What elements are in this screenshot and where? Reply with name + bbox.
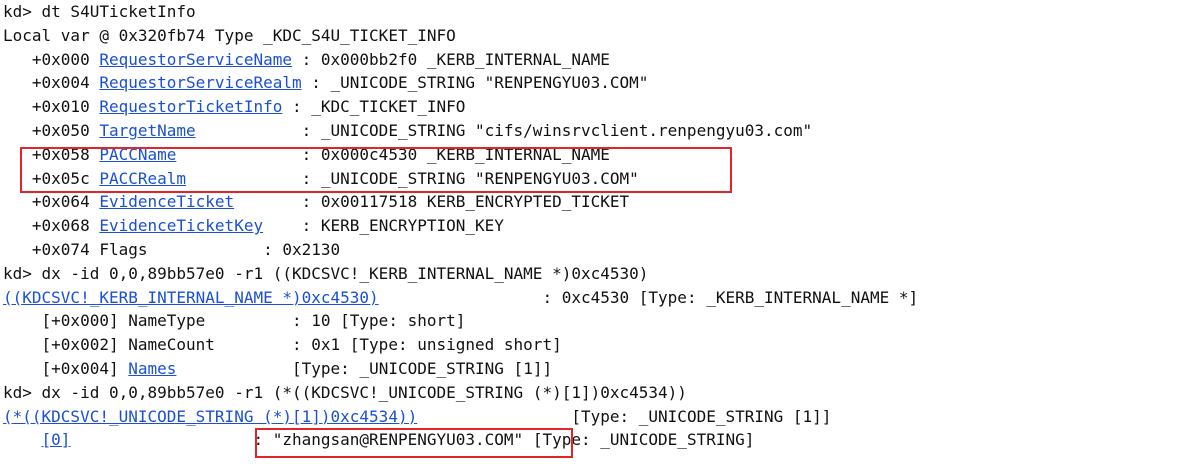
console-text: : KERB_ENCRYPTION_KEY xyxy=(263,216,504,236)
field-link-names[interactable]: Names xyxy=(128,359,176,378)
console-text: +0x058 xyxy=(3,144,100,164)
console-line: [0] : "zhangsan@RENPENGYU03.COM" [Type: … xyxy=(3,428,1193,452)
console-line: +0x074 Flags : 0x2130 xyxy=(3,238,1193,262)
console-text: +0x004 xyxy=(3,73,100,93)
console-text: [+0x000] NameType : 10 [Type: short] xyxy=(3,311,466,331)
field-link-requestor-service-realm[interactable]: RequestorServiceRealm xyxy=(99,73,301,92)
console-line: kd> dt S4UTicketInfo xyxy=(3,0,1193,24)
field-link-requestor-service-name[interactable]: RequestorServiceName xyxy=(99,50,292,69)
field-link-pac-cname[interactable]: PACCName xyxy=(99,145,176,164)
field-link-evidence-ticket-key[interactable]: EvidenceTicketKey xyxy=(99,216,263,235)
console-line: +0x05c PACCRealm : _UNICODE_STRING "RENP… xyxy=(3,167,1193,191)
field-link-pac-crealm[interactable]: PACCRealm xyxy=(99,169,186,188)
console-text: : 0x00117518 KERB_ENCRYPTED_TICKET xyxy=(234,192,630,212)
console-line: +0x068 EvidenceTicketKey : KERB_ENCRYPTI… xyxy=(3,214,1193,238)
array-index-link-0[interactable]: [0] xyxy=(42,430,71,449)
console-text: kd> dx -id 0,0,89bb57e0 -r1 (*((KDCSVC!_… xyxy=(3,382,687,402)
console-text: +0x05c xyxy=(3,168,100,188)
console-text: +0x000 xyxy=(3,49,100,69)
console-text: : 0xc4530 [Type: _KERB_INTERNAL_NAME *] xyxy=(378,287,919,307)
console-text: : _UNICODE_STRING "RENPENGYU03.COM" xyxy=(301,73,649,93)
console-text: +0x010 xyxy=(3,97,100,117)
console-text: [Type: _UNICODE_STRING [1]] xyxy=(176,358,553,378)
console-line: +0x058 PACCName : 0x000c4530 _KERB_INTER… xyxy=(3,143,1193,167)
debugger-console-output: kd> dt S4UTicketInfo Local var @ 0x320fb7… xyxy=(3,0,1193,452)
console-text: [+0x002] NameCount : 0x1 [Type: unsigned… xyxy=(3,335,562,355)
console-line: +0x010 RequestorTicketInfo : _KDC_TICKET… xyxy=(3,95,1193,119)
console-line: +0x000 RequestorServiceName : 0x000bb2f0… xyxy=(3,48,1193,72)
console-text: : 0x000bb2f0 _KERB_INTERNAL_NAME xyxy=(291,49,610,69)
console-text: : "zhangsan@RENPENGYU03.COM" [Type: _UNI… xyxy=(70,430,755,450)
console-text: [+0x004] xyxy=(3,358,129,378)
console-text: kd> dt S4UTicketInfo xyxy=(3,2,196,21)
field-link-evidence-ticket[interactable]: EvidenceTicket xyxy=(99,192,234,211)
console-line: +0x050 TargetName : _UNICODE_STRING "cif… xyxy=(3,119,1193,143)
console-line: (*((KDCSVC!_UNICODE_STRING (*)[1])0xc453… xyxy=(3,405,1193,429)
console-line: +0x064 EvidenceTicket : 0x00117518 KERB_… xyxy=(3,190,1193,214)
console-line: Local var @ 0x320fb74 Type _KDC_S4U_TICK… xyxy=(3,24,1193,48)
console-text: +0x074 Flags : 0x2130 xyxy=(3,239,341,259)
console-text: : 0x000c4530 _KERB_INTERNAL_NAME xyxy=(176,144,610,164)
console-line: [+0x004] Names [Type: _UNICODE_STRING [1… xyxy=(3,357,1193,381)
console-line: [+0x000] NameType : 10 [Type: short] xyxy=(3,309,1193,333)
console-line: +0x004 RequestorServiceRealm : _UNICODE_… xyxy=(3,71,1193,95)
console-text: [Type: _UNICODE_STRING [1]] xyxy=(417,406,832,426)
field-link-requestor-ticket-info[interactable]: RequestorTicketInfo xyxy=(99,97,282,116)
console-text: +0x050 xyxy=(3,120,100,140)
console-line: kd> dx -id 0,0,89bb57e0 -r1 ((KDCSVC!_KE… xyxy=(3,262,1193,286)
console-line: kd> dx -id 0,0,89bb57e0 -r1 (*((KDCSVC!_… xyxy=(3,381,1193,405)
console-text: +0x068 xyxy=(3,216,100,236)
console-text: +0x064 xyxy=(3,192,100,212)
dx-link-unicode-string-array[interactable]: (*((KDCSVC!_UNICODE_STRING (*)[1])0xc453… xyxy=(3,407,417,426)
console-text: : _UNICODE_STRING "cifs/winsrvclient.ren… xyxy=(195,120,813,140)
console-text: Local var @ 0x320fb74 Type _KDC_S4U_TICK… xyxy=(3,25,456,45)
console-text: kd> dx -id 0,0,89bb57e0 -r1 ((KDCSVC!_KE… xyxy=(3,263,649,283)
console-line: ((KDCSVC!_KERB_INTERNAL_NAME *)0xc4530) … xyxy=(3,286,1193,310)
console-line: [+0x002] NameCount : 0x1 [Type: unsigned… xyxy=(3,333,1193,357)
dx-link-kerb-internal-name[interactable]: ((KDCSVC!_KERB_INTERNAL_NAME *)0xc4530) xyxy=(3,288,379,307)
console-text: : _UNICODE_STRING "RENPENGYU03.COM" xyxy=(186,168,639,188)
field-link-target-name[interactable]: TargetName xyxy=(99,121,195,140)
console-text: : _KDC_TICKET_INFO xyxy=(282,97,466,117)
